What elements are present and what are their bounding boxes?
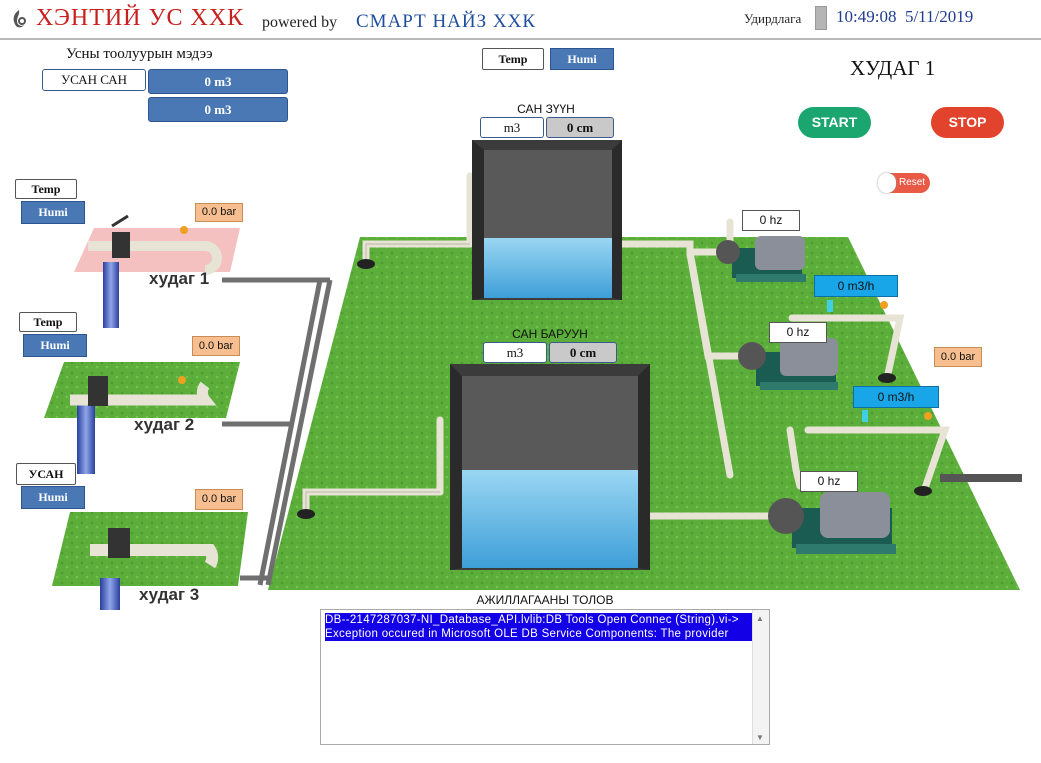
pump-3-frequency: 0 hz — [800, 471, 858, 492]
logo-icon — [13, 10, 26, 28]
clock-display: 10:49:08 5/11/2019 — [836, 7, 973, 27]
meter-value-2: 0 m3 — [148, 97, 288, 122]
well2-ground — [44, 362, 240, 418]
tank-zuun-volume: m3 — [480, 117, 544, 138]
log-scrollbar[interactable]: ▲ ▼ — [752, 610, 769, 744]
well-3-temp-button[interactable]: УСАН — [16, 463, 76, 485]
well-1-label: худаг 1 — [149, 269, 210, 288]
temp-button[interactable]: Temp — [482, 48, 544, 70]
tank-baruun-volume: m3 — [483, 342, 547, 363]
pump-2-frequency: 0 hz — [769, 322, 827, 343]
header-bar: ХЭНТИЙ УС ХХК powered by СМАРТ НАЙЗ ХХК … — [0, 0, 1041, 40]
reset-toggle-knob — [878, 173, 896, 193]
date-value: 5/11/2019 — [904, 7, 974, 26]
partner-name: СМАРТ НАЙЗ ХХК — [356, 11, 536, 32]
meter-value-1: 0 m3 — [148, 69, 288, 94]
company-name: ХЭНТИЙ УС ХХК — [36, 5, 245, 31]
log-panel[interactable]: DB--2147287037-NI_Database_API.lvlib:DB … — [320, 609, 770, 745]
tank-baruun-graphic — [450, 364, 650, 570]
well-1-humi-button[interactable]: Humi — [21, 201, 85, 224]
humi-button[interactable]: Humi — [550, 48, 614, 70]
well-3-pressure: 0.0 bar — [195, 489, 243, 510]
log-line: DB--2147287037-NI_Database_API.lvlib:DB … — [325, 613, 755, 627]
stop-button[interactable]: STOP — [931, 107, 1004, 138]
tank-zuun-graphic — [472, 140, 622, 300]
flow-1-value: 0 m3/h — [814, 275, 898, 297]
reset-label: Reset — [898, 177, 926, 188]
tank-baruun-name: САН БАРУУН — [512, 327, 588, 341]
pump-1-frequency: 0 hz — [742, 210, 800, 231]
well-2-humi-button[interactable]: Humi — [23, 334, 87, 357]
start-button[interactable]: START — [798, 107, 871, 138]
flow-2-value: 0 m3/h — [853, 386, 939, 408]
meter-source-label: УСАН САН — [42, 69, 146, 91]
scroll-up-icon[interactable]: ▲ — [756, 614, 764, 623]
well-1-temp-button[interactable]: Temp — [15, 179, 77, 199]
log-title: АЖИЛЛАГААНЫ ТОЛОВ — [476, 593, 614, 607]
well-2-temp-button[interactable]: Temp — [19, 312, 77, 332]
well-1-pressure: 0.0 bar — [195, 203, 243, 222]
meter-title: Усны тоолуурын мэдээ — [66, 46, 213, 62]
powered-by-label: powered by — [262, 14, 338, 31]
well-3-humi-button[interactable]: Humi — [21, 486, 85, 509]
control-label: Удирдлага — [744, 11, 802, 26]
time-value: 10:49:08 — [836, 7, 897, 26]
tank-baruun-level: 0 cm — [549, 342, 617, 363]
outlet-pressure: 0.0 bar — [934, 347, 982, 367]
well-2-pressure: 0.0 bar — [192, 336, 240, 356]
log-line: Exception occured in Microsoft OLE DB Se… — [325, 627, 755, 641]
tank-zuun-level: 0 cm — [546, 117, 614, 138]
station-title: ХУДАГ 1 — [850, 56, 936, 80]
control-toggle[interactable] — [815, 6, 827, 30]
tank-zuun-name: САН ЗҮҮН — [517, 102, 575, 116]
scroll-down-icon[interactable]: ▼ — [756, 733, 764, 742]
well-3-label: худаг 3 — [139, 585, 200, 604]
well-2-label: худаг 2 — [134, 415, 195, 434]
